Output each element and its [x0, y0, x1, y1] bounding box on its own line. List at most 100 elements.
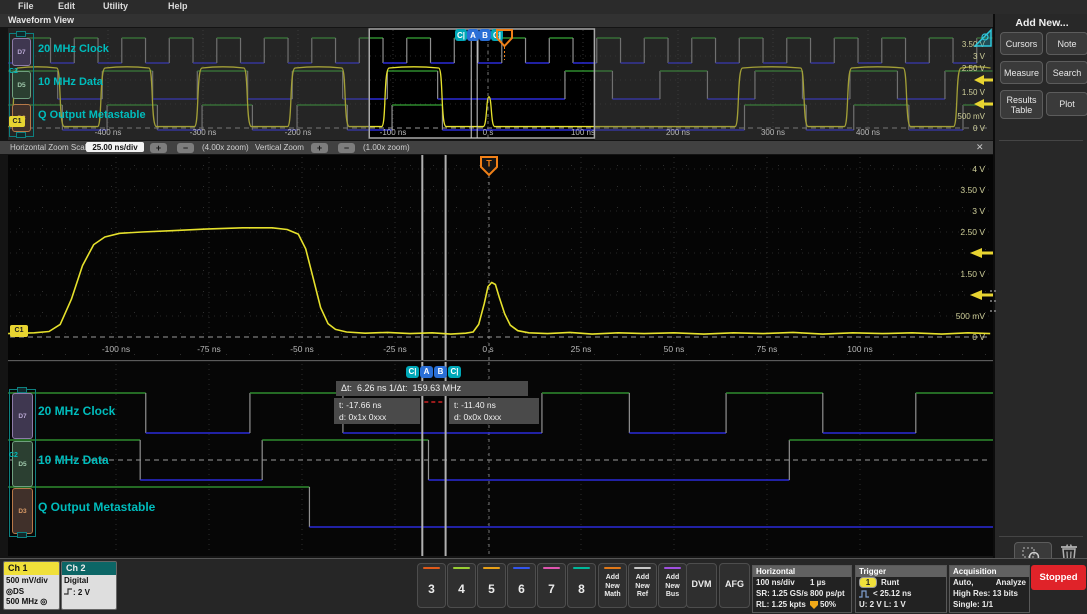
cursor-badge-c[interactable]: C|	[406, 366, 419, 378]
h-sample-rate: SR: 1.25 GS/s	[756, 589, 809, 598]
acquisition-panel[interactable]: Acquisition Auto, Analyze High Res: 13 bi…	[949, 565, 1030, 613]
digital-timing-plot[interactable]: Δt: 6.26 ns 1/Δt: 159.63 MHz t: -17.66 n…	[8, 362, 994, 556]
overview-waveform-plot[interactable]: C| A B C| 3.50 V3 V 2.50 V 1.50 V 500 mV 0 V -400…	[8, 28, 993, 140]
axis-label: 2.50 V	[960, 227, 985, 237]
trigger-level-arrow-icon[interactable]	[970, 248, 982, 258]
trigger-position-icon	[810, 600, 818, 609]
axis-label: 300 ns	[761, 128, 785, 137]
trigger-title: Trigger	[856, 566, 946, 577]
channel-number: 3	[428, 582, 435, 596]
add-new-results-table-button[interactable]: Results Table	[1000, 90, 1043, 119]
channel-number: 4	[458, 582, 465, 596]
acquisition-title: Acquisition	[950, 566, 1029, 577]
stopped-button[interactable]: Stopped	[1031, 565, 1086, 590]
channel-5-button[interactable]: 5	[477, 563, 506, 608]
menu-item-utility[interactable]: Utility	[103, 1, 128, 11]
channel-2-badge[interactable]: Ch 2 Digital : 2 V	[61, 561, 117, 610]
channel-6-button[interactable]: 6	[507, 563, 536, 608]
panel-divider	[999, 536, 1083, 537]
channel-4-button[interactable]: 4	[447, 563, 476, 608]
c1-position-marker[interactable]: C1	[10, 325, 28, 337]
axis-label: 400 ns	[856, 128, 880, 137]
c2-position-marker[interactable]: C2	[9, 68, 18, 75]
menu-item-help[interactable]: Help	[168, 1, 188, 11]
axis-label: 2.50 V	[962, 64, 986, 73]
add-new-note-button[interactable]: Note	[1046, 32, 1087, 55]
trigger-levels: U: 2 V L: 1 V	[859, 600, 906, 609]
add-new-measure-button[interactable]: Measure	[1000, 61, 1043, 84]
cursor-b-data: d: 0x0x 0xxx	[454, 412, 502, 422]
cursor-b-readout: t: -11.40 ns d: 0x0x 0xxx	[449, 398, 539, 424]
channel-7-button[interactable]: 7	[537, 563, 566, 608]
acq-highres: High Res: 13 bits	[953, 589, 1018, 598]
view-tab[interactable]: Waveform View	[0, 14, 1001, 27]
add-new-bus-button[interactable]: Add New Bus	[658, 563, 687, 608]
h-window: 1 µs	[810, 578, 826, 587]
digital-channel-label-d3: Q Output Metastable	[38, 500, 156, 514]
trigger-panel[interactable]: Trigger 1 Runt < 25.12 ns U: 2 V L: 1 V	[855, 565, 947, 613]
ch1-title[interactable]: Ch 1	[4, 562, 59, 575]
overview-channel-label-d3: Q Output Metastable	[38, 109, 146, 121]
channel-color-stripe	[543, 567, 560, 569]
overview-plot-svg: C| A B C|3.50 V3 V2.50 V1.50 V500 mV0 V-400…	[8, 28, 993, 140]
afg-button[interactable]: AFG	[719, 563, 750, 608]
bracket-handle-icon[interactable]	[16, 31, 26, 37]
axis-label: 0 V	[973, 124, 986, 133]
ch1-bw-row: 500 MHz ◎	[6, 597, 57, 608]
channel-8-button[interactable]: 8	[567, 563, 596, 608]
ch2-title[interactable]: Ch 2	[62, 562, 116, 575]
main-zoom-plot[interactable]: T 4 V 3.50 V 3 V 2.50 V 1.50 V 500 mV 0 V -100 n…	[8, 155, 993, 361]
axis-label: A	[470, 31, 476, 40]
axis-label: 100 ns	[847, 344, 873, 354]
channel-number: 8	[578, 582, 585, 596]
trigger-level-arrow-icon[interactable]	[970, 290, 982, 300]
h-zoom-scale-input[interactable]: 25.00 ns/div	[86, 142, 144, 152]
v-zoom-factor: (1.00x zoom)	[363, 143, 410, 152]
c1-position-marker[interactable]: C1	[9, 116, 25, 127]
cursor-badge-a[interactable]: A	[420, 366, 433, 378]
axis-label: 100 ns	[571, 128, 595, 137]
cursor-badge-c[interactable]: C|	[448, 366, 461, 378]
axis-label: 75 ns	[757, 344, 778, 354]
h-zoom-minus-button[interactable]: −	[177, 142, 194, 153]
c2-position-marker[interactable]: C2	[9, 452, 18, 459]
add-new-search-button[interactable]: Search	[1046, 61, 1087, 84]
axis-label: -25 ns	[383, 344, 407, 354]
dvm-button[interactable]: DVM	[686, 563, 717, 608]
acq-analyze: Analyze	[995, 578, 1026, 587]
bracket-handle-icon[interactable]	[17, 532, 27, 538]
h-zoom-scale-label: Horizontal Zoom Scale	[10, 143, 91, 152]
add-new-math-button[interactable]: Add New Math	[598, 563, 627, 608]
trigger-width: < 25.12 ns	[873, 589, 912, 598]
add-new-plot-button[interactable]: Plot	[1046, 92, 1087, 116]
h-zoom-plus-button[interactable]: +	[150, 142, 167, 153]
channel-group-bracket[interactable]	[9, 389, 36, 537]
channel-3-button[interactable]: 3	[417, 563, 446, 608]
axis-label: 1.50 V	[962, 88, 986, 97]
menu-item-edit[interactable]: Edit	[58, 1, 75, 11]
v-zoom-plus-button[interactable]: +	[311, 142, 328, 153]
channel-number: 5	[488, 582, 495, 596]
bracket-handle-icon[interactable]	[16, 132, 26, 138]
add-new-cursors-button[interactable]: Cursors	[1000, 32, 1043, 55]
cursor-badge-b[interactable]: B	[434, 366, 447, 378]
menu-item-file[interactable]: File	[18, 1, 34, 11]
axis-label: -200 ns	[285, 128, 312, 137]
channel-1-badge[interactable]: Ch 1 500 mV/div ◎DS 500 MHz ◎	[3, 561, 60, 610]
horizontal-panel[interactable]: Horizontal 100 ns/div 1 µs SR: 1.25 GS/s 8…	[752, 565, 852, 613]
close-zoom-icon[interactable]: ✕	[976, 142, 984, 153]
cursor-a-time: t: -17.66 ns	[339, 400, 382, 410]
add-new-title: Add New...	[1015, 17, 1069, 29]
main-plot-svg: T 4 V 3.50 V 3 V 2.50 V 1.50 V 500 mV 0 V -100 n…	[8, 155, 993, 360]
panel-drag-handle[interactable]	[990, 290, 997, 312]
overview-channel-label-d5: 10 MHz Data	[38, 76, 103, 88]
trigger-type: Runt	[881, 578, 900, 587]
right-panel: Add New... Cursors Note Measure Search Resul…	[993, 14, 1087, 569]
v-zoom-minus-button[interactable]: −	[338, 142, 355, 153]
bracket-handle-icon[interactable]	[17, 387, 27, 393]
add-new-ref-button[interactable]: Add New Ref	[628, 563, 657, 608]
dim-right	[594, 28, 993, 140]
axis-label: 0 V	[972, 332, 985, 342]
axis-label: -300 ns	[190, 128, 217, 137]
axis-label: 4 V	[972, 164, 985, 174]
